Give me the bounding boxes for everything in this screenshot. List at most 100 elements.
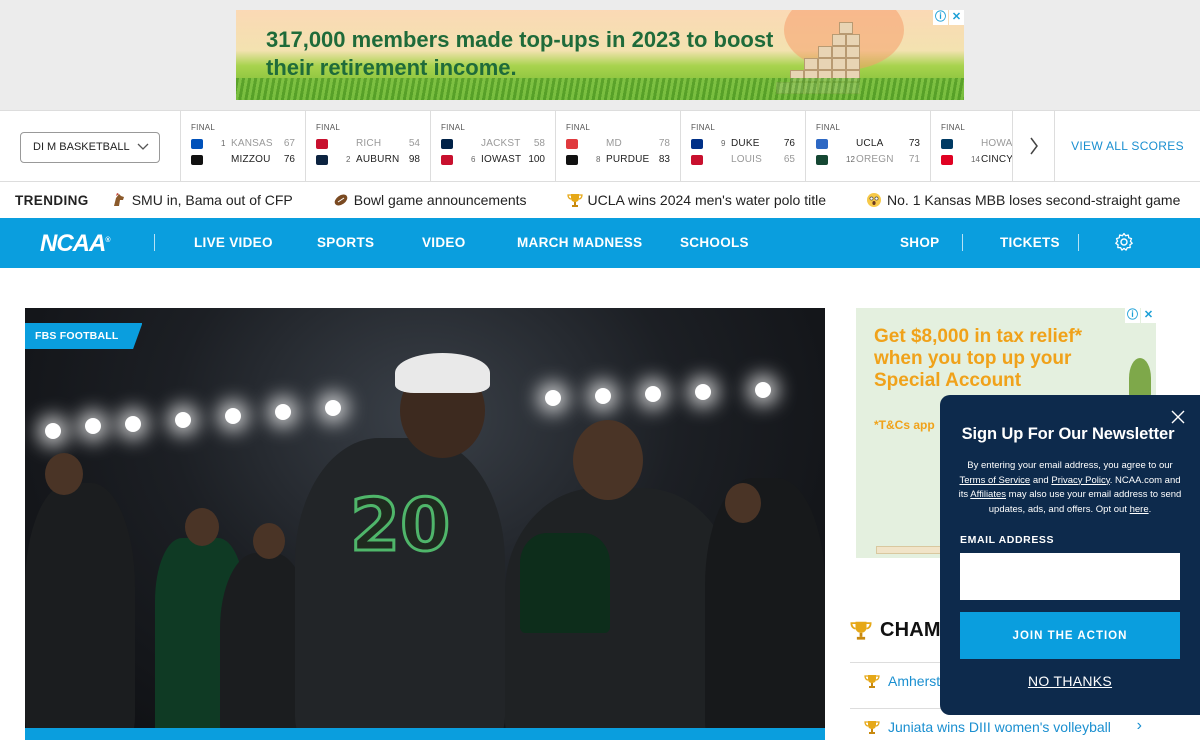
team-rank: 1 bbox=[221, 139, 226, 148]
side-ad-fineprint: *T&Cs app bbox=[874, 418, 935, 432]
team-score: 67 bbox=[283, 138, 295, 149]
team-row: JACKST 58 bbox=[441, 136, 555, 152]
ad-grass bbox=[236, 78, 964, 100]
ncaa-logo[interactable]: NCAA® bbox=[40, 230, 111, 258]
trending-text: No. 1 Kansas MBB loses second-straight g… bbox=[887, 192, 1181, 208]
ad-choices[interactable]: ⓘ ✕ bbox=[1125, 308, 1156, 323]
team-rank: 6 bbox=[471, 155, 476, 164]
background-player-head bbox=[45, 453, 83, 495]
close-icon[interactable] bbox=[1170, 409, 1186, 425]
sport-select-value: DI M BASKETBALL bbox=[33, 141, 130, 153]
ad-info-icon[interactable]: ⓘ bbox=[933, 10, 948, 25]
ad-info-icon[interactable]: ⓘ bbox=[1125, 308, 1140, 323]
ad-close-icon[interactable]: ✕ bbox=[1141, 308, 1156, 323]
game-card[interactable]: FINAL JACKST 58 6 IOWAST 100 bbox=[430, 111, 555, 181]
ad-close-icon[interactable]: ✕ bbox=[949, 10, 964, 25]
opt-out-link[interactable]: here bbox=[1130, 504, 1149, 515]
team-row: 14 CINCY bbox=[941, 152, 1012, 168]
team-logo-icon bbox=[941, 139, 953, 149]
team-name: MD bbox=[606, 138, 622, 149]
ad-choices[interactable]: ⓘ ✕ bbox=[933, 10, 964, 25]
trending-item[interactable]: UCLA wins 2024 men's water polo title bbox=[566, 192, 827, 208]
game-status: FINAL bbox=[441, 123, 466, 132]
affiliates-link[interactable]: Affiliates bbox=[970, 489, 1006, 500]
team-logo-icon bbox=[441, 155, 453, 165]
team-logo-icon bbox=[816, 139, 828, 149]
team-logo-icon bbox=[566, 139, 578, 149]
team-name: UCLA bbox=[856, 138, 884, 149]
top-banner-ad[interactable]: 317,000 members made top-ups in 2023 to … bbox=[236, 10, 964, 100]
ad-plant-shape bbox=[1129, 358, 1151, 398]
trending-bar: TRENDING SMU in, Bama out of CFP Bowl ga… bbox=[0, 182, 1200, 218]
trending-item[interactable]: No. 1 Kansas MBB loses second-straight g… bbox=[866, 192, 1180, 208]
team-logo-icon bbox=[191, 155, 203, 165]
gear-icon[interactable] bbox=[1114, 232, 1134, 252]
nav-live-video[interactable]: LIVE VIDEO bbox=[194, 218, 273, 268]
team-row: HOWA bbox=[941, 136, 1012, 152]
team-row: MD 78 bbox=[566, 136, 680, 152]
team-score: 76 bbox=[283, 154, 295, 165]
scores-next-arrow[interactable] bbox=[1012, 111, 1055, 181]
terms-of-service-link[interactable]: Terms of Service bbox=[959, 475, 1030, 486]
team-row: RICH 54 bbox=[316, 136, 430, 152]
team-name: MIZZOU bbox=[231, 154, 271, 165]
privacy-policy-link[interactable]: Privacy Policy bbox=[1051, 475, 1109, 486]
nav-sports[interactable]: SPORTS bbox=[317, 218, 374, 268]
newsletter-legal-text: By entering your email address, you agre… bbox=[958, 460, 1182, 515]
team-row: 6 IOWAST 100 bbox=[441, 152, 555, 168]
team-name: IOWAST bbox=[481, 154, 522, 165]
team-name: RICH bbox=[356, 138, 382, 149]
team-name: HOWA bbox=[981, 138, 1012, 149]
team-row: 1 KANSAS 67 bbox=[191, 136, 305, 152]
hero-category-tag[interactable]: FBS FOOTBALL bbox=[25, 323, 143, 349]
team-row: 8 PURDUE 83 bbox=[566, 152, 680, 168]
no-thanks-link[interactable]: NO THANKS bbox=[940, 673, 1200, 689]
hero-image[interactable]: 20 bbox=[25, 308, 825, 740]
email-field[interactable] bbox=[960, 553, 1180, 600]
team-row: 2 AUBURN 98 bbox=[316, 152, 430, 168]
nav-shop[interactable]: SHOP bbox=[900, 218, 939, 268]
team-row: UCLA 73 bbox=[816, 136, 930, 152]
nav-march-madness[interactable]: MARCH MADNESS bbox=[517, 218, 642, 268]
chevron-right-icon: › bbox=[1136, 717, 1142, 734]
nav-tickets[interactable]: TICKETS bbox=[1000, 218, 1060, 268]
team-name: PURDUE bbox=[606, 154, 650, 165]
join-the-action-button[interactable]: JOIN THE ACTION bbox=[960, 612, 1180, 659]
team-score: 76 bbox=[783, 138, 795, 149]
team-score: 78 bbox=[658, 138, 670, 149]
team-row: 12 OREGN 71 bbox=[816, 152, 930, 168]
trending-item[interactable]: Bowl game announcements bbox=[333, 192, 527, 208]
team-row: 9 DUKE 76 bbox=[691, 136, 805, 152]
email-field-label: EMAIL ADDRESS bbox=[960, 534, 1055, 546]
nav-video[interactable]: VIDEO bbox=[422, 218, 466, 268]
game-card[interactable]: FINAL RICH 54 2 AUBURN 98 bbox=[305, 111, 430, 181]
game-status: FINAL bbox=[691, 123, 716, 132]
game-status: FINAL bbox=[191, 123, 216, 132]
team-score: 71 bbox=[908, 154, 920, 165]
game-card[interactable]: FINAL HOWA 14 CINCY bbox=[930, 111, 1012, 181]
trending-item[interactable]: SMU in, Bama out of CFP bbox=[111, 192, 293, 208]
view-all-scores-link[interactable]: VIEW ALL SCORES bbox=[1055, 111, 1200, 181]
nav-schools[interactable]: SCHOOLS bbox=[680, 218, 749, 268]
side-ad-headline: Get $8,000 in tax relief* when you top u… bbox=[874, 326, 1083, 391]
game-card[interactable]: FINAL UCLA 73 12 OREGN 71 bbox=[805, 111, 930, 181]
game-card[interactable]: FINAL 1 KANSAS 67 MIZZOU 76 bbox=[180, 111, 305, 181]
game-status: FINAL bbox=[816, 123, 841, 132]
team-rank: 8 bbox=[596, 155, 601, 164]
ad-bench-shape bbox=[876, 546, 944, 554]
chevron-down-icon bbox=[137, 133, 149, 173]
team-name: AUBURN bbox=[356, 154, 400, 165]
team-score: 98 bbox=[408, 154, 420, 165]
game-card[interactable]: FINAL 9 DUKE 76 LOUIS 65 bbox=[680, 111, 805, 181]
game-status: FINAL bbox=[941, 123, 966, 132]
trending-text: UCLA wins 2024 men's water polo title bbox=[587, 192, 827, 208]
game-status: FINAL bbox=[316, 123, 341, 132]
team-logo-icon bbox=[691, 155, 703, 165]
team-row: LOUIS 65 bbox=[691, 152, 805, 168]
trophy-icon bbox=[864, 719, 880, 735]
team-rank: 14 bbox=[971, 155, 980, 164]
sport-select[interactable]: DI M BASKETBALL bbox=[20, 132, 160, 163]
team-logo-icon bbox=[691, 139, 703, 149]
game-card[interactable]: FINAL MD 78 8 PURDUE 83 bbox=[555, 111, 680, 181]
team-score: 65 bbox=[783, 154, 795, 165]
